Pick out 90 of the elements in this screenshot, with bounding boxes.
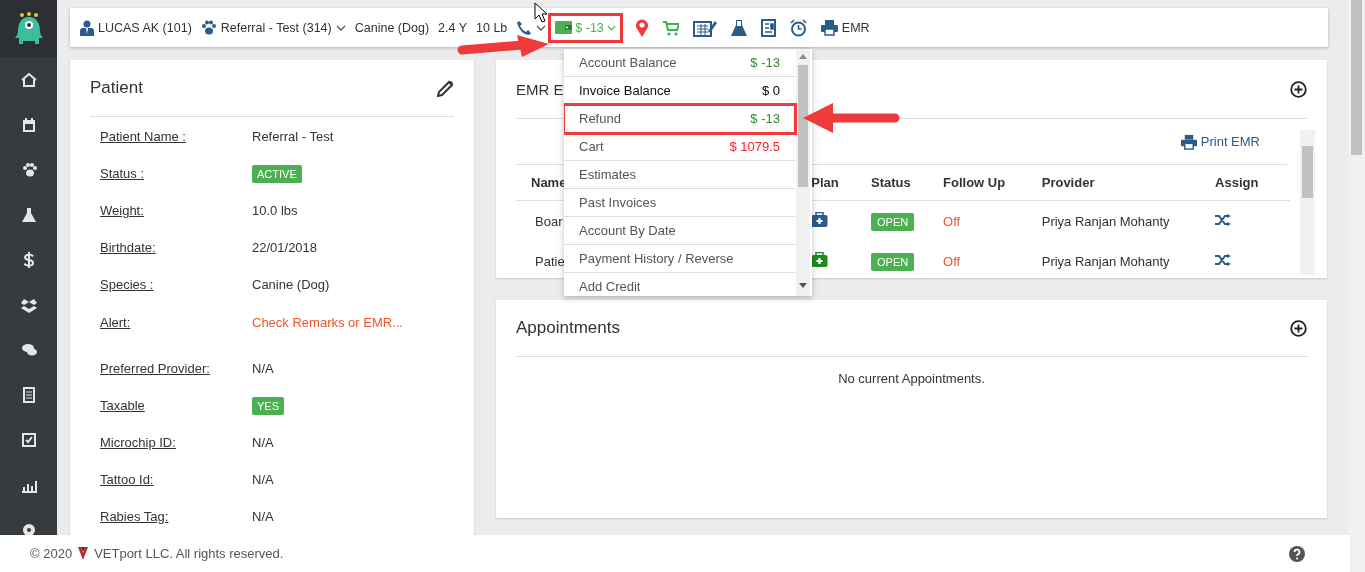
status-badge: ACTIVE [252,164,302,183]
field-value: 10.0 lbs [252,203,299,218]
menu-item[interactable]: Account By Date [564,217,795,245]
menu-item[interactable]: Refund $ -13 [564,105,795,133]
field-value: 22/01/2018 [252,240,319,255]
chevron-down-icon[interactable] [335,23,346,32]
printer-icon[interactable] [1180,133,1197,150]
page-scrollbar[interactable] [1348,0,1365,572]
wallet-icon [555,21,573,34]
flask-icon[interactable] [19,205,38,224]
column-header: Provider [1041,165,1216,201]
column-header: Status [871,165,944,201]
add-icon[interactable] [1290,80,1307,98]
menu-item[interactable]: Past Invoices [564,189,795,217]
company-logo-icon [78,547,89,560]
field-label[interactable]: Status : [100,166,252,181]
shuffle-icon[interactable] [1215,253,1232,266]
print-emr-link[interactable]: Print EMR [1200,134,1260,149]
card-title: Appointments [516,318,620,338]
map-pin-icon[interactable] [634,18,649,37]
scrollbar[interactable] [796,49,810,296]
field-label[interactable]: Tattoo Id: [100,472,252,487]
shuffle-icon[interactable] [1215,213,1232,226]
field-label[interactable]: Birthdate: [100,240,252,255]
field-label[interactable]: Rabies Tag: [100,509,252,524]
card-title: EMR E [516,80,564,98]
paw-icon [200,20,217,35]
chevron-down-icon[interactable] [536,23,547,32]
copyright-year: © 2020 [30,546,73,561]
add-icon[interactable] [1290,319,1307,337]
menu-item[interactable]: Payment History / Reverse [564,245,795,273]
field-label[interactable]: Species : [100,277,252,292]
scroll-down-icon [799,283,807,288]
amount-value: $ 0 [761,83,780,98]
emr-link[interactable]: EMR [841,20,870,35]
field-label[interactable]: Weight: [100,203,252,218]
menu-item[interactable]: Cart $ 1079.5 [564,133,795,161]
help-icon[interactable] [1289,545,1305,562]
field-value: N/A [252,509,275,524]
menu-item[interactable]: Account Balance $ -13 [564,49,795,77]
scrollbar[interactable] [1300,130,1315,275]
calculator-icon[interactable] [692,18,717,37]
phone-icon[interactable] [516,19,533,36]
table-cell: Off [943,200,1042,241]
empty-message: No current Appointments. [838,371,985,386]
table-cell: Patie [535,253,565,269]
edit-icon[interactable] [437,79,454,97]
field-label[interactable]: Taxable [100,398,252,413]
table-cell: Priya Ranjan Mohanty [1041,200,1216,241]
table-cell: Boar [535,213,563,229]
patient-name[interactable]: Referral - Test (314) [220,20,332,35]
amount-value: $ -13 [750,111,780,126]
field-label[interactable]: Patient Name : [100,129,252,144]
chevron-down-icon [606,23,616,32]
table-cell: Off [943,241,1042,281]
monster-logo-icon [13,11,44,46]
field-label[interactable]: Preferred Provider: [100,361,252,376]
field-label[interactable]: Microchip ID: [100,435,252,450]
amount-value: $ -13 [750,55,780,70]
home-icon[interactable] [19,70,38,89]
flask-icon[interactable] [730,18,747,37]
field-value: N/A [252,361,275,376]
field-label[interactable]: Alert: [100,315,252,330]
field-value: N/A [252,472,275,487]
status-badge: OPEN [871,212,915,231]
age-text: 2.4 Y [438,20,468,35]
menu-item[interactable]: Add Credit [564,273,795,296]
column-header: Follow Up [943,165,1042,201]
client-name[interactable]: LUCAS AK (101) [98,20,192,35]
field-value: Referral - Test [252,129,335,144]
amount-value: $ 1079.5 [729,139,780,154]
person-icon [80,19,94,36]
document-icon[interactable] [760,18,776,37]
alarm-clock-icon[interactable] [789,18,807,37]
cart-icon[interactable] [662,18,679,37]
checkbox-icon[interactable] [19,430,38,449]
menu-item[interactable]: Invoice Balance $ 0 [564,77,795,105]
weight-text: 10 Lb [476,20,508,35]
table-cell: Priya Ranjan Mohanty [1041,241,1216,281]
field-value: N/A [252,435,275,450]
menu-item[interactable]: Estimates [564,161,795,189]
column-header: Assign [1215,165,1290,201]
card-title: Patient [90,78,143,98]
field-value: Canine (Dog) [252,277,331,292]
status-badge: YES [252,396,284,415]
alert-text[interactable]: Check Remarks or EMR... [252,315,454,330]
printer-icon[interactable] [820,19,838,36]
status-badge: OPEN [871,252,915,271]
species-text: Canine (Dog) [354,20,430,35]
copyright-text: VETport LLC. All rights reserved. [94,546,284,561]
